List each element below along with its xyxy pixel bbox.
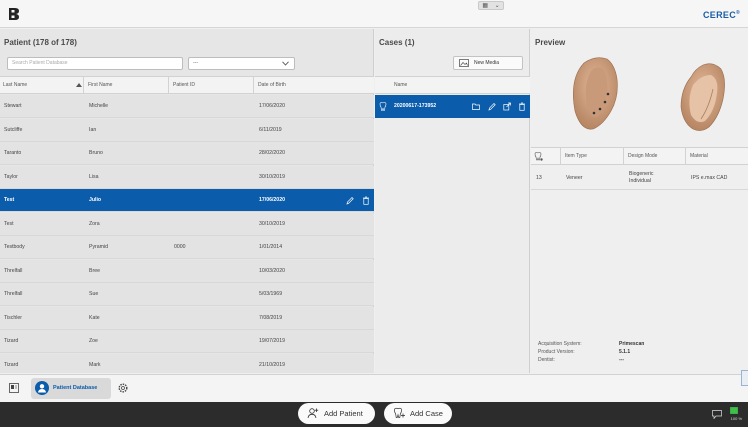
window-control-group[interactable]: ▦ ⌄ bbox=[478, 1, 504, 10]
tooth-icon bbox=[379, 102, 387, 111]
patient-filter-select[interactable]: --- bbox=[188, 57, 295, 70]
patient-database-icon bbox=[35, 381, 49, 395]
column-item-type[interactable]: Item Type bbox=[562, 148, 624, 165]
patient-panel-title: Patient (178 of 178) bbox=[4, 38, 77, 47]
column-patient-id[interactable]: Patient ID bbox=[170, 77, 254, 94]
table-row[interactable]: Threlfall Bree 10/03/2020 bbox=[0, 259, 374, 283]
settings-gear-icon[interactable] bbox=[117, 382, 129, 394]
column-design-mode[interactable]: Design Mode bbox=[625, 148, 686, 165]
add-patient-label: Add Patient bbox=[324, 409, 363, 418]
battery-level: 100 % bbox=[730, 416, 742, 421]
table-row[interactable]: Testbody Pyramid 0000 1/01/2014 bbox=[0, 236, 374, 259]
add-case-button[interactable]: Add Case bbox=[384, 403, 452, 424]
tab-patient-database[interactable]: Patient Database bbox=[31, 378, 111, 399]
battery-icon bbox=[730, 407, 738, 414]
folder-open-icon[interactable] bbox=[472, 102, 480, 111]
preview-table-row[interactable]: 13 Veneer Biogeneric Individual IPS e.ma… bbox=[531, 166, 748, 190]
table-row[interactable]: Taylor Lisa 30/10/2019 bbox=[0, 165, 374, 189]
tab-bar: Patient Database bbox=[0, 374, 748, 402]
layout-icon[interactable]: ▦ bbox=[482, 3, 488, 9]
table-row[interactable]: Taranto Bruno 28/02/2020 bbox=[0, 142, 374, 165]
column-first-name[interactable]: First Name bbox=[85, 77, 169, 94]
table-row[interactable]: Tizard Zoe 19/07/2019 bbox=[0, 330, 374, 353]
chat-icon[interactable] bbox=[712, 410, 722, 419]
tooth-number: 13 bbox=[536, 175, 542, 181]
chevron-down-icon[interactable]: ⌄ bbox=[495, 3, 500, 9]
cases-panel: Cases (1) New Media Name 20200617-173952 bbox=[375, 29, 530, 373]
patient-search-input[interactable]: Search Patient Database bbox=[7, 57, 183, 70]
export-icon[interactable] bbox=[503, 102, 511, 111]
info-acquisition: Acquisition System: Primescan bbox=[538, 341, 645, 347]
brand-label: CEREC® bbox=[703, 10, 740, 20]
new-media-button[interactable]: New Media bbox=[453, 56, 523, 70]
trash-icon[interactable] bbox=[362, 196, 370, 205]
column-name[interactable]: Name bbox=[394, 77, 407, 94]
status-area: 100 % bbox=[712, 406, 742, 424]
info-dentist: Dentist: --- bbox=[538, 357, 624, 363]
column-material[interactable]: Material bbox=[687, 148, 748, 165]
title-bar: ▦ ⌄ CEREC® bbox=[0, 0, 748, 28]
case-info: Acquisition System: Primescan Product Ve… bbox=[538, 341, 738, 365]
design-mode-line-1: Biogeneric bbox=[629, 171, 654, 177]
tab-label: Patient Database bbox=[53, 385, 98, 391]
patient-panel: Patient (178 of 178) Search Patient Data… bbox=[0, 29, 374, 373]
trash-icon[interactable] bbox=[518, 102, 526, 111]
table-row[interactable]: Threlfall Sue 5/03/1969 bbox=[0, 283, 374, 306]
column-last-name[interactable]: Last Name bbox=[0, 77, 84, 94]
preview-panel: Preview Item Type Design Mode Material 1… bbox=[531, 29, 748, 373]
add-patient-icon bbox=[307, 408, 319, 419]
case-overview-icon[interactable] bbox=[8, 382, 20, 394]
table-row-selected[interactable]: Test Julio 17/06/2020 bbox=[0, 189, 374, 212]
sort-asc-icon[interactable] bbox=[76, 83, 82, 87]
side-panel-toggle[interactable] bbox=[741, 370, 748, 386]
add-case-label: Add Case bbox=[410, 409, 443, 418]
edit-pencil-icon[interactable] bbox=[488, 102, 496, 111]
case-row-selected[interactable]: 20200617-173952 bbox=[375, 95, 530, 118]
add-patient-button[interactable]: Add Patient bbox=[298, 403, 375, 424]
filter-value: --- bbox=[193, 60, 198, 66]
chevron-down-icon bbox=[282, 61, 289, 66]
column-tooth[interactable] bbox=[531, 148, 561, 165]
preview-table-header: Item Type Design Mode Material bbox=[531, 147, 748, 165]
info-product-version: Product Version: 5.1.1 bbox=[538, 349, 631, 355]
patient-table-body: Stewart Michelle 17/06/2020 Sutcliffe Ia… bbox=[0, 95, 374, 373]
table-row[interactable]: Sutcliffe Ian 6/11/2019 bbox=[0, 118, 374, 142]
table-row[interactable]: Test Zora 30/10/2019 bbox=[0, 212, 374, 236]
tooth-filter-icon bbox=[534, 152, 543, 161]
item-type: Veneer bbox=[566, 175, 583, 181]
action-bar: Add Patient Add Case 100 % bbox=[0, 402, 748, 427]
cases-panel-title: Cases (1) bbox=[379, 38, 415, 47]
case-name: 20200617-173952 bbox=[394, 103, 437, 109]
cases-table-header: Name bbox=[375, 76, 530, 94]
table-row[interactable]: Tizard Mark 21/10/2019 bbox=[0, 353, 374, 373]
edit-pencil-icon[interactable] bbox=[346, 196, 354, 205]
new-media-label: New Media bbox=[474, 60, 500, 66]
media-icon bbox=[459, 59, 469, 67]
design-mode-line-2: Individual bbox=[629, 178, 651, 184]
table-row[interactable]: Stewart Michelle 17/06/2020 bbox=[0, 95, 374, 118]
add-case-icon bbox=[394, 407, 405, 418]
app-logo-icon bbox=[9, 8, 19, 20]
column-date-of-birth[interactable]: Date of Birth bbox=[255, 77, 374, 94]
patient-table-header: Last Name First Name Patient ID Date of … bbox=[0, 76, 374, 94]
dental-arch-preview-image[interactable] bbox=[531, 49, 748, 144]
table-row[interactable]: Tischler Kate 7/08/2019 bbox=[0, 306, 374, 330]
preview-panel-title: Preview bbox=[535, 38, 566, 47]
material: IPS e.max CAD bbox=[691, 175, 728, 181]
